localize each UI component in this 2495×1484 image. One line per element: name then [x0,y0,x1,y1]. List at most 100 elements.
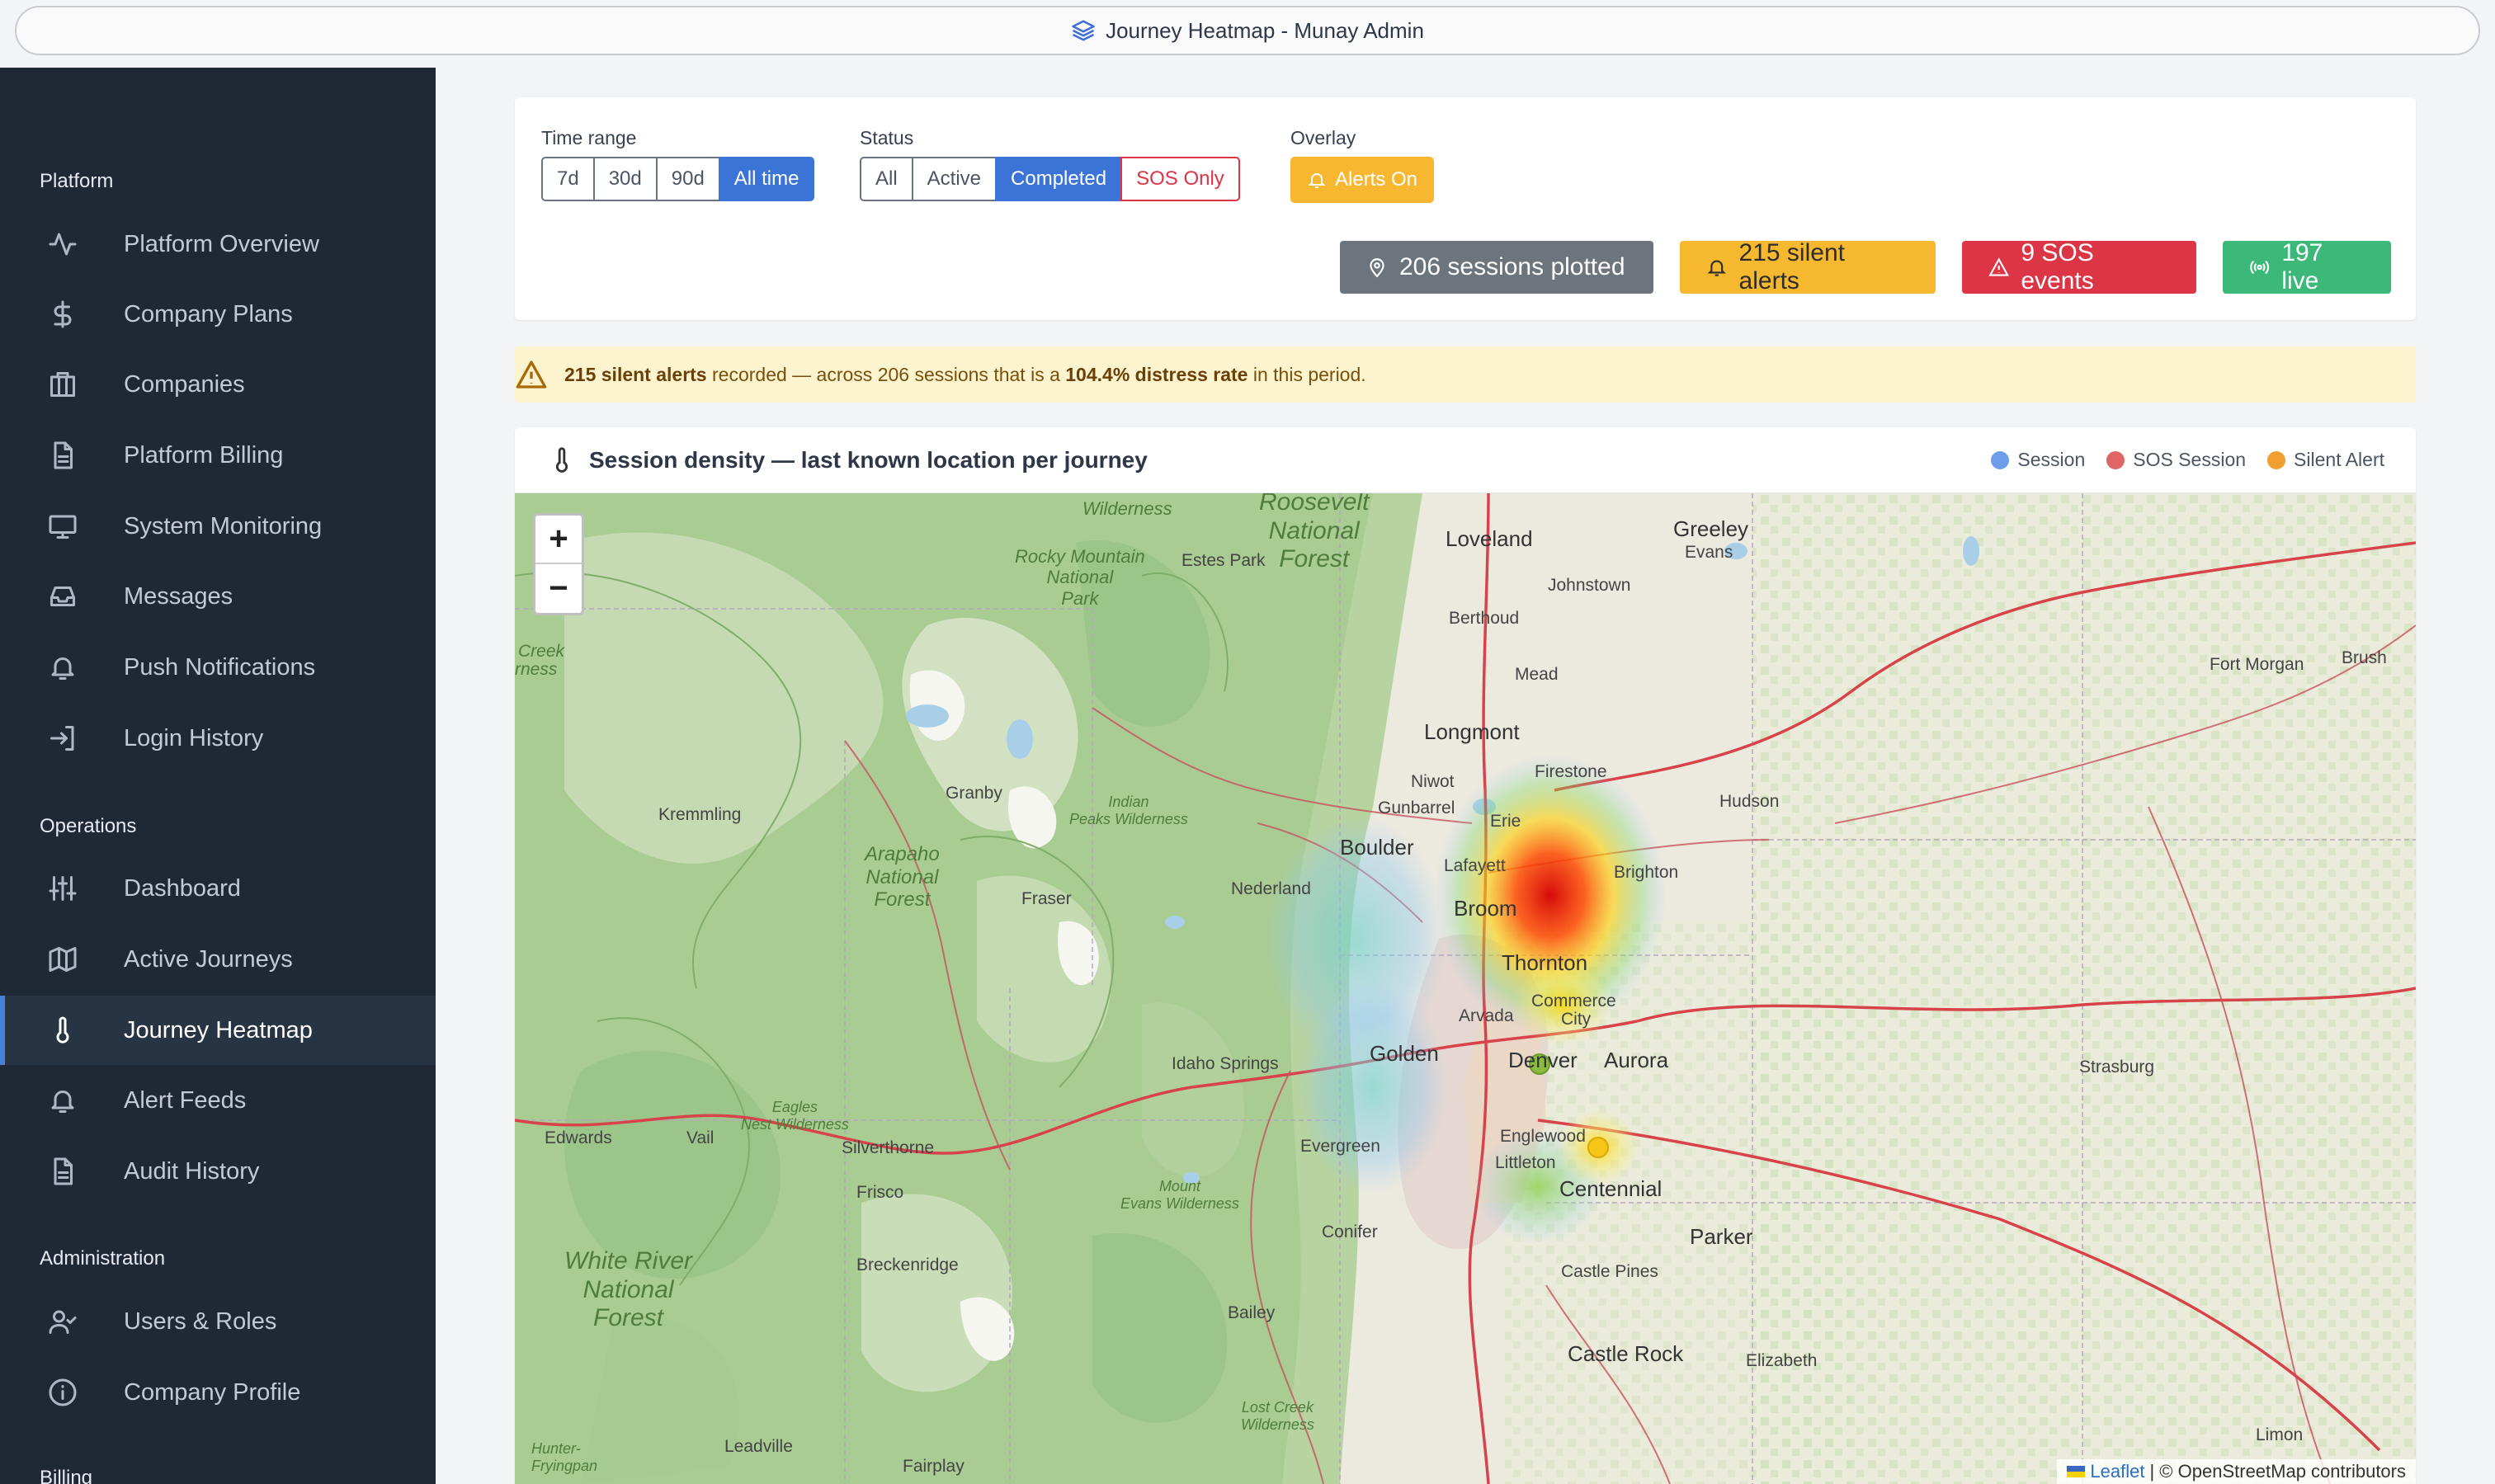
sidebar-item-active-journeys[interactable]: Active Journeys [0,925,436,994]
map-label-englewood: Englewood [1500,1127,1586,1146]
time-range-label: Time range [541,127,637,148]
login-icon [46,722,79,755]
alert-text-1: recorded — across 206 sessions that is a [706,363,1066,385]
window-title: Journey Heatmap - Munay Admin [1106,17,1424,43]
map-label-broomfield: Broom [1454,896,1517,921]
map-label-limon: Limon [2256,1425,2304,1444]
sidebar-item-company-profile[interactable]: Company Profile [0,1358,436,1427]
inbox-icon [46,580,79,613]
map-label-johnstown: Johnstown [1548,576,1631,595]
map-base-tiles [515,493,2416,1484]
sidebar-item-label: Companies [124,370,245,398]
silent-alerts-badge: 215 silent alerts [1680,239,1936,294]
heatmap-header: Session density — last known location pe… [515,427,2416,493]
status-active-button[interactable]: Active [911,157,998,201]
map-park-roosevelt: Roosevelt National Forest [1259,493,1370,572]
sidebar-item-platform-overview[interactable]: Platform Overview [0,210,436,279]
sidebar-item-alert-feeds[interactable]: Alert Feeds [0,1066,436,1135]
thermometer-icon [46,1014,79,1047]
sidebar-section-operations: Operations [40,815,137,837]
broadcast-icon [2250,260,2270,275]
alert-text-2: in this period. [1248,363,1366,385]
map-label-frisco: Frisco [856,1183,904,1202]
filter-card: Time range 7d 30d 90d All time Status Al… [515,97,2416,320]
map-park-white-river: White River National Forest [564,1247,693,1331]
time-range-7d-button[interactable]: 7d [541,157,595,201]
alerts-overlay-button[interactable]: Alerts On [1290,157,1435,203]
overlay-label: Overlay [1290,127,1356,148]
sos-events-text: 9 SOS events [2021,239,2094,294]
status-all-button[interactable]: All [860,157,913,201]
map-label-denver: Denver [1508,1048,1578,1072]
zoom-in-button[interactable]: + [535,516,582,564]
map-label-longmont: Longmont [1424,719,1520,744]
map-label-elizabeth: Elizabeth [1746,1351,1818,1370]
map-zoom-control: + − [533,513,584,615]
sidebar-section-platform: Platform [40,170,114,192]
map-label-evans: Evans [1685,543,1733,562]
sidebar-item-label: Journey Heatmap [124,1016,313,1044]
map-label-greeley: Greeley [1673,516,1749,541]
sidebar-item-users-roles[interactable]: Users & Roles [0,1287,436,1356]
sidebar-section-administration: Administration [40,1247,166,1270]
map-park-hunter-fryingpan: Hunter- Fryingpan [531,1440,598,1474]
map-label-berthoud: Berthoud [1449,609,1520,628]
warning-icon [1988,257,2010,276]
legend-sos-session: SOS Session [2106,449,2246,471]
map-label-parker: Parker [1690,1224,1753,1249]
status-label: Status [860,127,914,148]
sessions-plotted-text: 206 sessions plotted [1399,253,1625,280]
alerts-overlay-label: Alerts On [1335,168,1418,191]
sidebar-item-messages[interactable]: Messages [0,562,436,631]
sidebar-item-label: Platform Overview [124,230,319,257]
sidebar-item-push-notifications[interactable]: Push Notifications [0,633,436,702]
time-range-90d-button[interactable]: 90d [655,157,720,201]
map-label-fort-morgan: Fort Morgan [2210,655,2304,674]
map-label-aurora: Aurora [1604,1048,1669,1072]
alert-distress-rate: 104.4% distress rate [1065,363,1248,385]
status-group: All Active Completed SOS Only [860,157,1240,201]
flag-icon [2067,1466,2086,1477]
map-label-hudson: Hudson [1719,792,1780,811]
map-label-littleton: Littleton [1495,1153,1556,1172]
leaflet-link[interactable]: Leaflet [2090,1461,2144,1482]
legend-dot-silent [2267,450,2286,469]
live-badge: 197 live [2223,239,2391,294]
sidebar-item-companies[interactable]: Companies [0,350,436,419]
map-pin-icon [1370,258,1384,278]
time-range-all-button[interactable]: All time [718,157,815,201]
zoom-out-button[interactable]: − [535,564,582,613]
window-titlebar: Journey Heatmap - Munay Admin [0,0,2495,68]
heatmap-map[interactable]: Loveland Greeley Evans Johnstown Berthou… [515,493,2416,1484]
sidebar-item-platform-billing[interactable]: Platform Billing [0,421,436,490]
sidebar-item-login-history[interactable]: Login History [0,704,436,773]
warning-icon [516,360,547,389]
map-label-fraser: Fraser [1021,889,1072,908]
map-label-estes-park: Estes Park [1181,551,1266,570]
map-label-silverthorne: Silverthorne [842,1138,935,1157]
map-label-evergreen: Evergreen [1300,1137,1380,1156]
legend-session: Session [1991,449,2085,471]
attribution-text: | © OpenStreetMap contributors [2149,1461,2406,1482]
map-label-lafayette: Lafayett [1444,856,1506,875]
sos-events-badge: 9 SOS events [1962,239,2196,294]
sidebar-item-journey-heatmap[interactable]: Journey Heatmap [0,996,436,1065]
status-sos-button[interactable]: SOS Only [1120,157,1240,201]
map-label-granby: Granby [946,784,1002,803]
bell-icon [46,651,79,684]
map-label-creek: Creek [518,642,565,661]
map-label-idaho-springs: Idaho Springs [1172,1054,1279,1073]
map-label-centennial: Centennial [1559,1176,1663,1201]
layers-icon [1072,20,1095,41]
bell-icon [46,1084,79,1117]
map-label-gunbarrel: Gunbarrel [1378,799,1455,817]
sidebar-item-audit-history[interactable]: Audit History [0,1137,436,1206]
sidebar-item-label: Dashboard [124,874,241,902]
bell-icon [1707,260,1726,276]
sidebar-item-company-plans[interactable]: Company Plans [0,280,436,349]
status-completed-button[interactable]: Completed [995,157,1123,201]
sidebar-item-system-monitoring[interactable]: System Monitoring [0,492,436,561]
time-range-30d-button[interactable]: 30d [592,157,658,201]
alert-message: 215 silent alerts recorded — across 206 … [564,364,1366,386]
sidebar-item-dashboard[interactable]: Dashboard [0,854,436,923]
